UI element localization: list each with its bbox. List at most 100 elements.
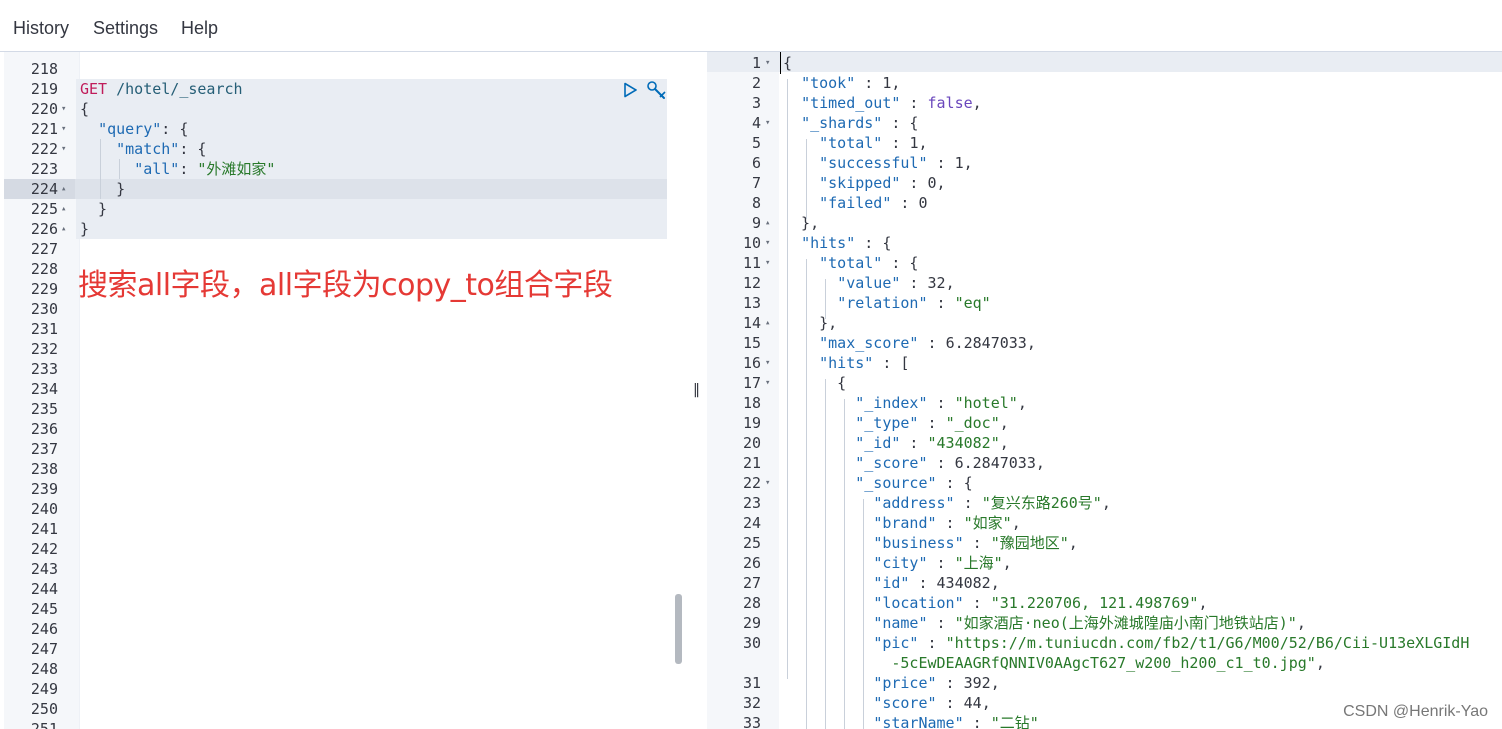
response-code-line[interactable]: 31 "price" : 392,	[707, 673, 1502, 693]
response-code-line[interactable]: 30 "pic" : "https://m.tuniucdn.com/fb2/t…	[707, 633, 1502, 653]
response-code-line[interactable]: 7 "skipped" : 0,	[707, 173, 1502, 193]
request-code-line[interactable]: 235	[0, 399, 688, 419]
request-code-line[interactable]: 223 "all": "外滩如家"	[0, 159, 688, 179]
request-code-line[interactable]: 248	[0, 659, 688, 679]
response-code-line[interactable]: 16 ▾ "hits" : [	[707, 353, 1502, 373]
line-number: 248	[30, 660, 58, 678]
response-code-line[interactable]: 29 "name" : "如家酒店·neo(上海外滩城隍庙小南门地铁站店)",	[707, 613, 1502, 633]
request-code-line[interactable]: 237	[0, 439, 688, 459]
indent-guide	[825, 379, 826, 729]
response-code-line[interactable]: 19 "_type" : "_doc",	[707, 413, 1502, 433]
response-code-line[interactable]: 5 "total" : 1,	[707, 133, 1502, 153]
fold-open-icon[interactable]: ▾	[61, 99, 66, 119]
request-code-line[interactable]: 225 ▴ }	[0, 199, 688, 219]
response-code-line[interactable]: 20 "_id" : "434082",	[707, 433, 1502, 453]
request-code-line[interactable]: 241	[0, 519, 688, 539]
line-number: 235	[30, 400, 58, 418]
menu-bar: History Settings Help	[0, 0, 1502, 52]
request-code-line[interactable]: 220 ▾ {	[0, 99, 688, 119]
response-code-line[interactable]: 23 "address" : "复兴东路260号",	[707, 493, 1502, 513]
request-code-line[interactable]: 238	[0, 459, 688, 479]
indent-guide	[844, 399, 845, 729]
request-code-line[interactable]: 243	[0, 559, 688, 579]
response-code-line[interactable]: 13 "relation" : "eq"	[707, 293, 1502, 313]
response-code-line[interactable]: 27 "id" : 434082,	[707, 573, 1502, 593]
response-code-line[interactable]: 15 "max_score" : 6.2847033,	[707, 333, 1502, 353]
response-code-line[interactable]: 8 "failed" : 0	[707, 193, 1502, 213]
line-number: 244	[30, 580, 58, 598]
menu-settings[interactable]: Settings	[93, 18, 158, 39]
fold-open-icon[interactable]: ▾	[765, 473, 770, 493]
request-code-line[interactable]: 218	[0, 59, 688, 79]
code-text: "total" : 1,	[819, 134, 928, 152]
fold-close-icon[interactable]: ▴	[61, 179, 66, 199]
fold-close-icon[interactable]: ▴	[765, 313, 770, 333]
response-code-line[interactable]: 9 ▴ },	[707, 213, 1502, 233]
request-code-line[interactable]: 224 ▴ }	[0, 179, 688, 199]
fold-open-icon[interactable]: ▾	[765, 253, 770, 273]
request-code-line[interactable]: 232	[0, 339, 688, 359]
line-number: 26	[742, 554, 761, 572]
response-code-line[interactable]: 24 "brand" : "如家",	[707, 513, 1502, 533]
request-code-line[interactable]: 245	[0, 599, 688, 619]
request-code-line[interactable]: 249	[0, 679, 688, 699]
play-icon[interactable]	[622, 82, 638, 98]
response-code-line[interactable]: 10 ▾ "hits" : {	[707, 233, 1502, 253]
response-code-line[interactable]: 25 "business" : "豫园地区",	[707, 533, 1502, 553]
code-text: "query": {	[98, 120, 189, 138]
fold-open-icon[interactable]: ▾	[61, 139, 66, 159]
fold-open-icon[interactable]: ▾	[61, 119, 66, 139]
response-code-line[interactable]: -5cEwDEAAGRfQNNIV0AAgcT627_w200_h200_c1_…	[707, 653, 1502, 673]
request-code-line[interactable]: 240	[0, 499, 688, 519]
response-code-line[interactable]: 1 ▾ {	[707, 53, 1502, 73]
request-code-line[interactable]: 231	[0, 319, 688, 339]
request-code-line[interactable]: 233	[0, 359, 688, 379]
request-scrollbar[interactable]	[675, 594, 682, 664]
fold-open-icon[interactable]: ▾	[765, 233, 770, 253]
response-code-line[interactable]: 22 ▾ "_source" : {	[707, 473, 1502, 493]
response-code-line[interactable]: 18 "_index" : "hotel",	[707, 393, 1502, 413]
request-code-line[interactable]: 226 ▴}	[0, 219, 688, 239]
request-editor[interactable]: 218 219 GET /hotel/_search 220 ▾{221 ▾ "query…	[0, 52, 688, 729]
request-code-line[interactable]: 222 ▾ "match": {	[0, 139, 688, 159]
request-code-line[interactable]: 242	[0, 539, 688, 559]
pane-resizer[interactable]: ‖	[688, 52, 707, 729]
response-code-line[interactable]: 6 "successful" : 1,	[707, 153, 1502, 173]
request-code-line[interactable]: 221 ▾ "query": {	[0, 119, 688, 139]
request-code-line[interactable]: 234	[0, 379, 688, 399]
request-code-line[interactable]: 247	[0, 639, 688, 659]
fold-close-icon[interactable]: ▴	[61, 219, 66, 239]
wrench-icon[interactable]	[646, 80, 668, 100]
response-viewer[interactable]: 1 ▾{2 "took" : 1, 3 "timed_out" : false, 4 ▾…	[707, 52, 1502, 729]
response-code-line[interactable]: 21 "_score" : 6.2847033,	[707, 453, 1502, 473]
response-code-line[interactable]: 14 ▴ },	[707, 313, 1502, 333]
response-code-line[interactable]: 11 ▾ "total" : {	[707, 253, 1502, 273]
menu-help[interactable]: Help	[181, 18, 218, 39]
request-code-line[interactable]: 236	[0, 419, 688, 439]
code-text: "timed_out" : false,	[801, 94, 982, 112]
response-code-line[interactable]: 26 "city" : "上海",	[707, 553, 1502, 573]
line-number: 1	[751, 54, 761, 72]
menu-history[interactable]: History	[13, 18, 69, 39]
request-code-line[interactable]: 227	[0, 239, 688, 259]
request-code-line[interactable]: 251	[0, 719, 688, 729]
fold-close-icon[interactable]: ▴	[61, 199, 66, 219]
fold-open-icon[interactable]: ▾	[765, 373, 770, 393]
response-code-line[interactable]: 28 "location" : "31.220706, 121.498769",	[707, 593, 1502, 613]
fold-open-icon[interactable]: ▾	[765, 353, 770, 373]
response-code-line[interactable]: 17 ▾ {	[707, 373, 1502, 393]
line-number: 241	[30, 520, 58, 538]
request-code-line[interactable]: 239	[0, 479, 688, 499]
fold-close-icon[interactable]: ▴	[765, 213, 770, 233]
request-code-line[interactable]: 219 GET /hotel/_search	[0, 79, 688, 99]
request-code-line[interactable]: 244	[0, 579, 688, 599]
fold-open-icon[interactable]: ▾	[765, 53, 770, 73]
line-number: 27	[742, 574, 761, 592]
fold-open-icon[interactable]: ▾	[765, 113, 770, 133]
request-code-line[interactable]: 246	[0, 619, 688, 639]
response-code-line[interactable]: 12 "value" : 32,	[707, 273, 1502, 293]
response-code-line[interactable]: 2 "took" : 1,	[707, 73, 1502, 93]
response-code-line[interactable]: 3 "timed_out" : false,	[707, 93, 1502, 113]
response-code-line[interactable]: 4 ▾ "_shards" : {	[707, 113, 1502, 133]
request-code-line[interactable]: 250	[0, 699, 688, 719]
